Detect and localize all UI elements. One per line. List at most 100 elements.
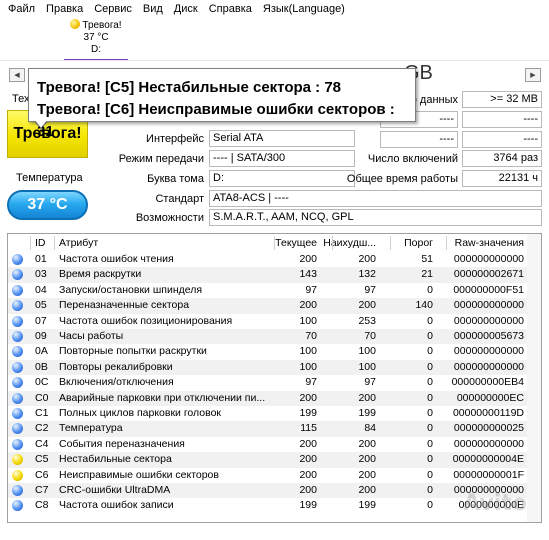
attr-worst: 100 — [358, 345, 376, 358]
header-separator — [390, 236, 391, 250]
attr-worst: 84 — [364, 422, 376, 435]
attr-name: Аварийные парковки при отключении пи... — [59, 391, 266, 404]
attr-threshold: 0 — [427, 484, 433, 496]
table-row[interactable]: 05 Переназначенные сектора 200 200 140 000000… — [8, 298, 541, 314]
divider — [0, 60, 549, 61]
attr-raw: 00000000119D — [452, 407, 524, 419]
table-row[interactable]: 07 Частота ошибок позиционирования 100 253 0… — [8, 314, 541, 329]
attr-current: 143 — [299, 268, 317, 281]
attr-threshold: 140 — [415, 299, 433, 312]
col-header-id[interactable]: ID — [35, 237, 46, 249]
prev-disk-button[interactable]: ◀ — [9, 68, 25, 82]
attr-threshold: 0 — [427, 391, 433, 404]
menu-service[interactable]: Сервис — [90, 0, 139, 18]
col-header-threshold[interactable]: Порог — [404, 237, 433, 249]
table-header: ID Атрибут Текущее Наихудш... Порог Raw-… — [8, 234, 541, 252]
attr-current: 70 — [305, 330, 317, 342]
table-row[interactable]: C2 Температура 115 84 0 000000000025 — [8, 421, 541, 437]
attr-id: 05 — [35, 299, 47, 312]
table-row[interactable]: 0B Повторы рекалибровки 100 100 0 00000000000… — [8, 359, 541, 376]
menu-disk[interactable]: Диск — [170, 0, 205, 18]
ok-status-icon — [12, 346, 23, 358]
power-on-hours-value: 22131 ч — [462, 170, 542, 187]
table-row[interactable]: 0A Повторные попытки раскрутки 100 100 0 0000… — [8, 344, 541, 359]
attr-name: CRC-ошибки UltraDMA — [59, 484, 171, 496]
table-row[interactable]: C5 Нестабильные сектора 200 200 0 00000000004… — [8, 452, 541, 468]
attr-threshold: 0 — [427, 376, 433, 389]
table-row[interactable]: C1 Полных циклов парковки головок 199 199 0 0… — [8, 406, 541, 421]
attr-id: 09 — [35, 330, 47, 342]
attr-worst: 200 — [358, 299, 376, 312]
ok-status-icon — [12, 284, 23, 296]
attr-current: 100 — [299, 360, 317, 373]
attr-worst: 199 — [358, 407, 376, 419]
standard-label: Стандарт — [155, 193, 204, 205]
attr-raw: 000000000F51 — [453, 283, 524, 296]
menu-edit[interactable]: Правка — [42, 0, 90, 18]
attr-id: C8 — [35, 499, 49, 512]
smart-attributes-table[interactable]: ID Атрибут Текущее Наихудш... Порог Raw-… — [7, 233, 542, 523]
ok-status-icon — [12, 485, 23, 496]
attr-id: 0C — [35, 376, 49, 389]
tooltip-line-c6: Тревога! [C6] Неисправимые ошибки сектор… — [37, 101, 395, 140]
attr-worst: 199 — [358, 499, 376, 512]
menu-file[interactable]: Файл — [4, 0, 42, 18]
attr-current: 200 — [299, 299, 317, 312]
attr-raw: 000000000000 — [453, 253, 524, 265]
ok-status-icon — [12, 500, 23, 512]
attr-name: Включения/отключения — [59, 376, 174, 389]
attr-name: Неисправимые ошибки секторов — [59, 468, 219, 481]
attr-name: Переназначенные сектора — [59, 299, 190, 312]
col-header-raw[interactable]: Raw-значения — [455, 237, 524, 249]
attr-name: Нестабильные сектора — [59, 453, 172, 466]
triangle-left-icon: ◀ — [14, 72, 20, 79]
col-header-attribute[interactable]: Атрибут — [59, 237, 98, 249]
power-on-count-label: Число включений — [367, 153, 458, 165]
attr-id: C4 — [35, 437, 49, 450]
attr-name: Температура — [59, 422, 123, 435]
table-row[interactable]: C6 Неисправимые ошибки секторов 200 200 0 000… — [8, 468, 541, 483]
attr-name: Повторы рекалибровки — [59, 360, 173, 373]
attr-id: C0 — [35, 391, 49, 404]
attr-current: 200 — [299, 391, 317, 404]
attr-threshold: 21 — [421, 268, 433, 281]
attr-id: C7 — [35, 484, 49, 496]
header-separator — [30, 236, 31, 250]
temperature-badge[interactable]: 37 °C — [7, 190, 88, 220]
table-row[interactable]: C8 Частота ошибок записи 199 199 0 0000000000… — [8, 498, 541, 513]
attr-worst: 200 — [358, 453, 376, 466]
table-row[interactable]: 09 Часы работы 70 70 0 000000005673 — [8, 329, 541, 345]
menu-help[interactable]: Справка — [205, 0, 259, 18]
vertical-scrollbar[interactable] — [527, 234, 541, 522]
table-row[interactable]: 04 Запуски/остановки шпинделя 97 97 0 0000000… — [8, 283, 541, 298]
attr-worst: 97 — [364, 283, 376, 296]
ok-status-icon — [12, 269, 23, 281]
header-separator — [274, 236, 275, 250]
table-row[interactable]: 01 Частота ошибок чтения 200 200 51 000000000… — [8, 252, 541, 267]
attr-raw: 000000005673 — [453, 330, 524, 342]
ok-status-icon — [12, 377, 23, 389]
menu-language[interactable]: Язык(Language) — [259, 0, 352, 18]
table-row[interactable]: C0 Аварийные парковки при отключении пи..… — [8, 390, 541, 406]
attr-raw: 000000000000 — [453, 299, 524, 312]
ok-status-icon — [12, 438, 23, 450]
attr-id: 03 — [35, 268, 47, 281]
col-header-current[interactable]: Текущее — [275, 237, 317, 249]
attr-raw: 00000000001F — [453, 468, 524, 481]
attr-current: 200 — [299, 437, 317, 450]
drive-tab[interactable]: Тревога! 37 °C D: — [64, 19, 128, 61]
features-value: S.M.A.R.T., AAM, NCQ, GPL — [209, 209, 542, 226]
table-row[interactable]: 0C Включения/отключения 97 97 0 000000000EB4 — [8, 375, 541, 390]
attr-current: 115 — [300, 422, 317, 435]
menu-view[interactable]: Вид — [139, 0, 170, 18]
table-row[interactable]: C4 События переназначения 200 200 0 000000000… — [8, 437, 541, 452]
table-row[interactable]: 03 Время раскрутки 143 132 21 000000002671 — [8, 267, 541, 283]
attr-worst: 200 — [358, 468, 376, 481]
next-disk-button[interactable]: ▶ — [525, 68, 541, 82]
attr-name: Частота ошибок позиционирования — [59, 314, 233, 327]
attr-name: Повторные попытки раскрутки — [59, 345, 207, 358]
attr-current: 100 — [299, 314, 317, 327]
table-row[interactable]: C7 CRC-ошибки UltraDMA 200 200 0 000000000000 — [8, 483, 541, 499]
warning-status-icon — [12, 454, 23, 466]
warning-status-icon — [12, 469, 23, 481]
